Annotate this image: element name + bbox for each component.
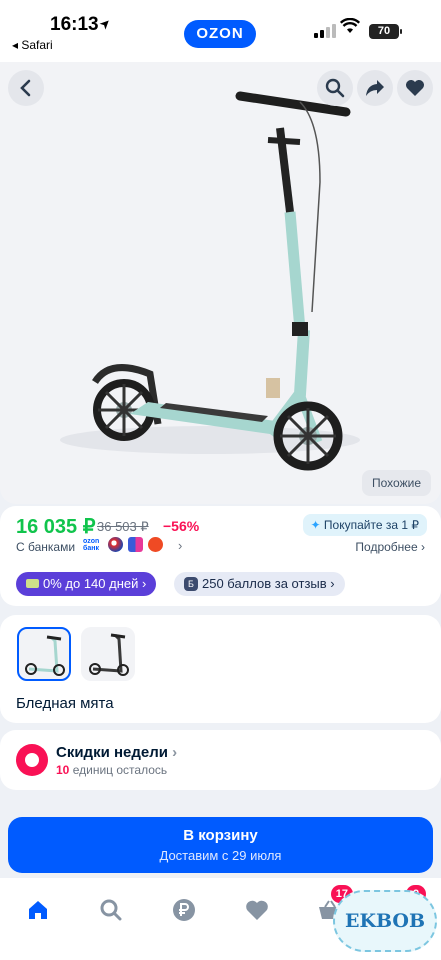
battery-indicator: 70 bbox=[369, 24, 402, 39]
bank-logos[interactable]: ozon банк bbox=[83, 537, 163, 552]
tab-home[interactable] bbox=[18, 890, 58, 930]
back-to-safari-link[interactable]: ◂ Safari bbox=[12, 38, 53, 52]
tab-finance[interactable] bbox=[164, 890, 204, 930]
color-variants-card: Бледная мята bbox=[0, 615, 441, 723]
favorite-button[interactable] bbox=[397, 70, 433, 106]
share-arrow-icon bbox=[366, 80, 384, 96]
more-details-link[interactable]: Подробнее › bbox=[355, 540, 425, 554]
card-icon bbox=[26, 579, 39, 588]
scooter-image bbox=[60, 91, 360, 471]
tab-search[interactable] bbox=[91, 890, 131, 930]
ozon-bank-logo: ozon банк bbox=[83, 537, 100, 552]
review-points-label: 250 баллов за отзыв bbox=[202, 576, 327, 591]
back-button[interactable] bbox=[8, 70, 44, 106]
deals-title: Скидки недели › bbox=[56, 744, 177, 761]
chevron-right-icon: › bbox=[172, 744, 178, 761]
share-button[interactable] bbox=[357, 70, 393, 106]
bank-logo-blue-pink-icon bbox=[128, 537, 143, 552]
buy-for-1-rub-badge[interactable]: ✦ Покупайте за 1 ₽ bbox=[302, 514, 427, 536]
heart-icon bbox=[406, 80, 424, 96]
add-to-cart-label: В корзину bbox=[183, 827, 258, 844]
review-points-button[interactable]: Б 250 баллов за отзыв › bbox=[174, 572, 345, 596]
search-icon bbox=[325, 78, 345, 98]
search-icon bbox=[100, 899, 122, 921]
discount-percent: −56% bbox=[163, 518, 200, 534]
installment-label: 0% до 140 дней bbox=[43, 576, 139, 591]
banks-label: С банками bbox=[16, 540, 76, 554]
ozon-logo: OZON bbox=[184, 20, 256, 48]
deals-subtitle: 10 единиц осталось bbox=[56, 763, 167, 777]
bank-logo-orange-icon bbox=[148, 537, 163, 552]
old-price: 36 503 ₽ bbox=[97, 519, 149, 534]
delivery-date: Доставим с 29 июля bbox=[159, 848, 282, 863]
selected-color-name: Бледная мята bbox=[16, 695, 114, 712]
current-price: 16 035 ₽ bbox=[16, 516, 96, 538]
weekly-deals-card[interactable]: Скидки недели › 10 единиц осталось bbox=[0, 730, 441, 790]
ekbob-watermark: EKBOB bbox=[333, 890, 437, 952]
chevron-right-icon: › bbox=[178, 538, 183, 553]
ruble-icon bbox=[173, 899, 195, 921]
variant-thumb-black[interactable] bbox=[81, 627, 135, 681]
buy-for-label: Покупайте за 1 ₽ bbox=[323, 518, 419, 532]
installment-button[interactable]: 0% до 140 дней › bbox=[16, 572, 157, 596]
deals-title-text: Скидки недели bbox=[56, 744, 168, 761]
variant-thumb-mint[interactable] bbox=[17, 627, 71, 681]
scooter-thumbnail bbox=[25, 635, 65, 676]
more-details-label: Подробнее bbox=[355, 540, 418, 554]
add-to-cart-button[interactable]: В корзину Доставим с 29 июля bbox=[8, 817, 433, 873]
clock: 16:13 bbox=[50, 14, 99, 35]
bank-logo-red-icon bbox=[108, 537, 123, 552]
search-button[interactable] bbox=[317, 70, 353, 106]
location-arrow-icon: ➤ bbox=[95, 14, 115, 33]
scooter-thumbnail bbox=[89, 633, 129, 676]
chevron-left-icon bbox=[20, 79, 31, 97]
price-card: 16 035 ₽ 36 503 ₽ −56% ✦ Покупайте за 1 … bbox=[0, 506, 441, 606]
product-image-gallery[interactable]: Похожие bbox=[0, 62, 441, 504]
home-icon bbox=[29, 901, 47, 919]
points-badge: Б bbox=[184, 577, 198, 591]
similar-products-button[interactable]: Похожие bbox=[362, 470, 431, 496]
cellular-signal-icon bbox=[314, 24, 336, 38]
deals-ring-icon bbox=[16, 744, 48, 776]
sparkle-icon: ✦ bbox=[310, 518, 321, 532]
deals-count: 10 bbox=[56, 763, 70, 777]
wifi-icon bbox=[340, 18, 360, 33]
status-bar: 16:13 ➤ ◂ Safari OZON 70 bbox=[0, 0, 441, 62]
tab-favorites[interactable] bbox=[237, 890, 277, 930]
deals-subtitle-text: единиц осталось bbox=[72, 763, 168, 777]
heart-icon bbox=[246, 900, 268, 920]
